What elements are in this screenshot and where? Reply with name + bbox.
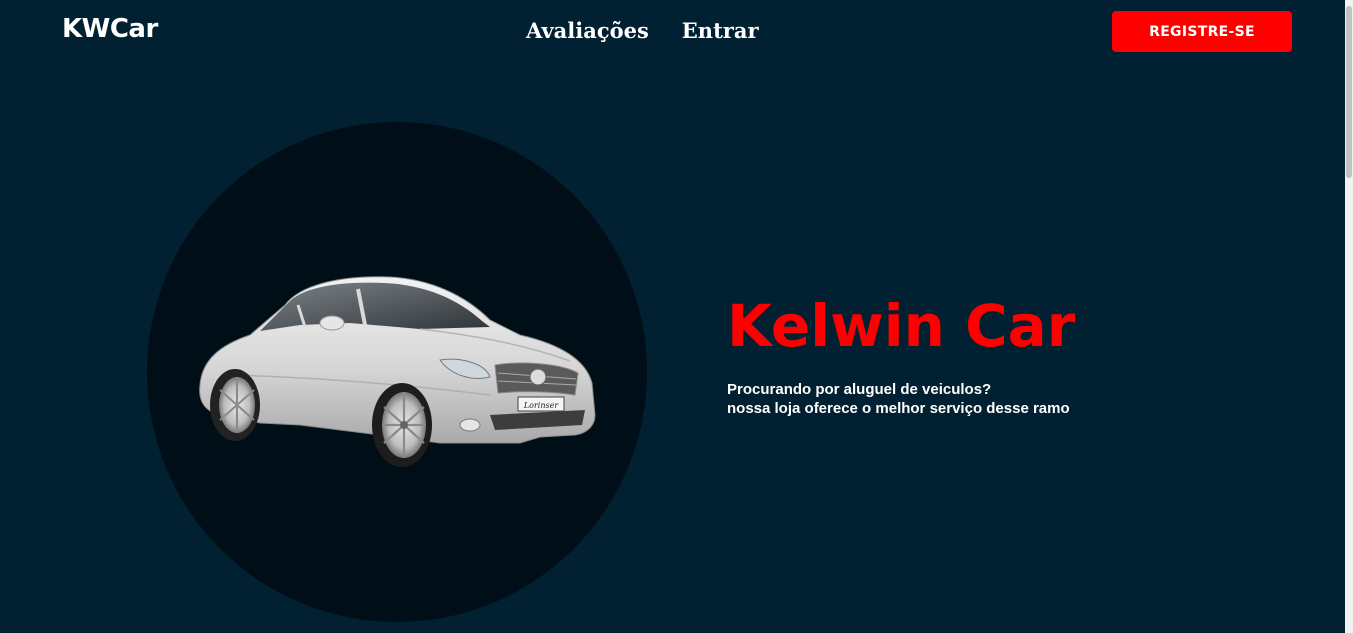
hero-title: Kelwin Car	[727, 292, 1076, 360]
car-image: Lorinser	[199, 276, 596, 467]
license-plate-text: Lorinser	[523, 401, 560, 410]
hero-description: Procurando por aluguel de veiculos? noss…	[727, 380, 1070, 418]
logo[interactable]: KWCar	[62, 14, 158, 44]
main-nav: Avaliações Entrar	[526, 18, 759, 43]
register-button[interactable]: REGISTRE-SE	[1112, 11, 1292, 52]
hero-description-line2: nossa loja oferece o melhor serviço dess…	[727, 400, 1070, 417]
nav-link-entrar[interactable]: Entrar	[682, 18, 759, 43]
page-scrollbar[interactable]	[1345, 0, 1353, 633]
scrollbar-thumb[interactable]	[1346, 6, 1352, 178]
hero-description-line1: Procurando por aluguel de veiculos?	[727, 381, 992, 398]
nav-link-avaliacoes[interactable]: Avaliações	[526, 18, 649, 43]
page: KWCar Avaliações Entrar REGISTRE-SE Lori…	[0, 0, 1353, 633]
